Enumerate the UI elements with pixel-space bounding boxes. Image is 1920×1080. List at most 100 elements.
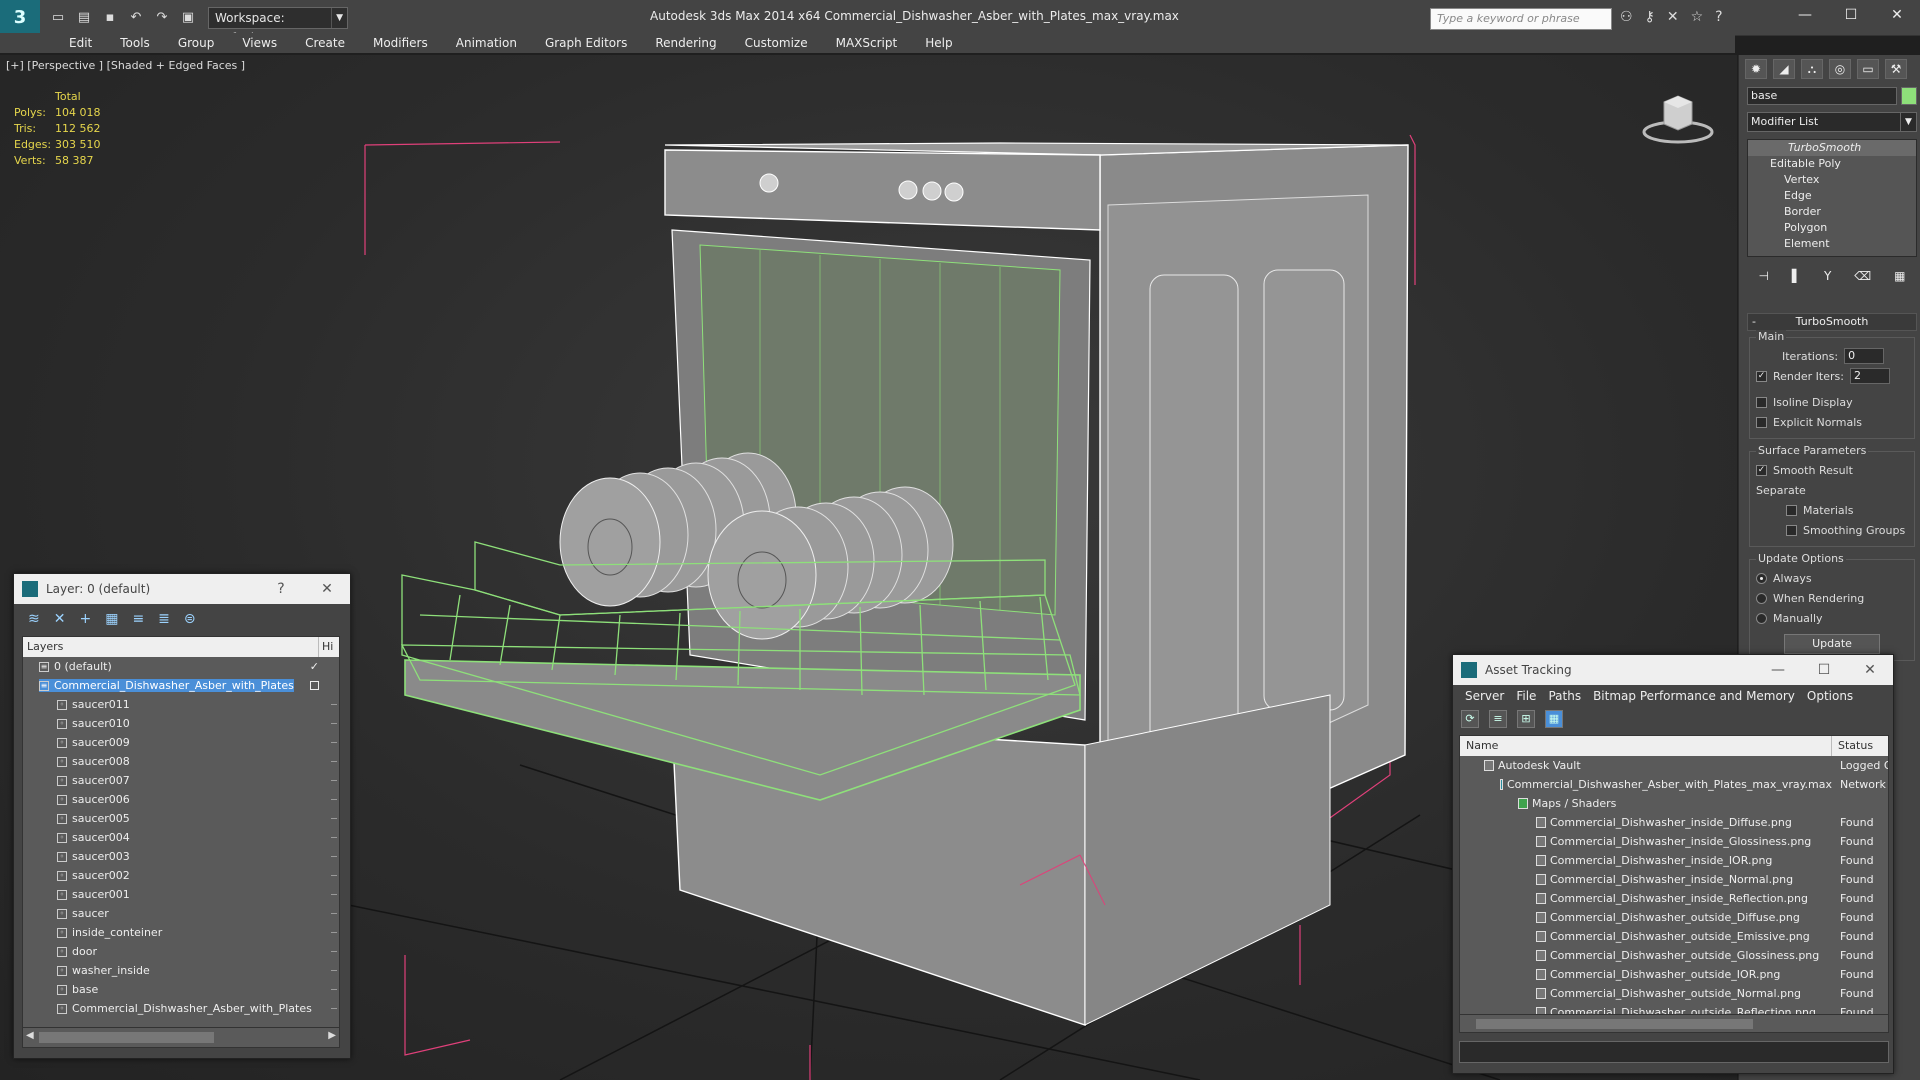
layer-row[interactable]: ◦ saucer006	[23, 790, 339, 809]
asset-row[interactable]: Maps / Shaders	[1460, 794, 1888, 813]
hide-toggle-icon[interactable]	[331, 856, 337, 857]
save-icon[interactable]: ▪	[102, 10, 118, 26]
search-input[interactable]: Type a keyword or phrase	[1430, 8, 1612, 30]
manually-radio[interactable]	[1756, 612, 1767, 624]
menu-modifiers[interactable]: Modifiers	[359, 33, 442, 53]
asset-horizontal-scrollbar[interactable]	[1460, 1014, 1888, 1032]
layer-row[interactable]: ◦ saucer003	[23, 847, 339, 866]
menu-create[interactable]: Create	[291, 33, 359, 53]
close-icon[interactable]: ✕	[304, 581, 350, 597]
modifier-list-dropdown[interactable]: Modifier List ▼	[1747, 112, 1917, 132]
scroll-thumb[interactable]	[39, 1032, 214, 1043]
select-objects-icon[interactable]: ▦	[105, 611, 118, 627]
layer-row[interactable]: ≡ 0 (default) ✓	[23, 657, 339, 676]
layer-dialog-titlebar[interactable]: Layer: 0 (default) ? ✕	[14, 574, 350, 604]
layer-row[interactable]: ◦ saucer007	[23, 771, 339, 790]
object-name-input[interactable]: base	[1747, 87, 1897, 105]
app-logo-icon[interactable]: 3	[0, 0, 40, 36]
menu-maxscript[interactable]: MAXScript	[822, 33, 912, 53]
hide-layers-icon[interactable]: ≡	[132, 611, 144, 627]
layer-row[interactable]: ◦ saucer	[23, 904, 339, 923]
hide-toggle-icon[interactable]	[331, 970, 337, 971]
asset-row[interactable]: Commercial_Dishwasher_inside_Reflection.…	[1460, 889, 1888, 908]
create-tab-icon[interactable]: ✹	[1745, 59, 1767, 79]
hide-toggle-icon[interactable]	[331, 951, 337, 952]
viewcube-icon[interactable]	[1642, 90, 1714, 145]
layer-row[interactable]: ◦ saucer010	[23, 714, 339, 733]
scroll-thumb[interactable]	[1476, 1019, 1753, 1029]
maximize-icon[interactable]: ☐	[1801, 662, 1847, 678]
star-icon[interactable]: ☆	[1691, 9, 1704, 25]
help-icon[interactable]: ?	[258, 581, 304, 597]
hide-toggle-icon[interactable]	[331, 780, 337, 781]
hide-toggle-icon[interactable]	[331, 818, 337, 819]
key-icon[interactable]: ⚷	[1645, 9, 1655, 25]
freeze-layers-icon[interactable]: ≣	[158, 611, 170, 627]
show-end-result-icon[interactable]: ▌	[1792, 269, 1801, 283]
menu-help[interactable]: Help	[911, 33, 966, 53]
hide-toggle-icon[interactable]	[331, 913, 337, 914]
hide-toggle-icon[interactable]	[331, 742, 337, 743]
utilities-tab-icon[interactable]: ⚒	[1885, 59, 1907, 79]
asset-row[interactable]: Commercial_Dishwasher_Asber_with_Plates_…	[1460, 775, 1888, 794]
hide-toggle-icon[interactable]	[331, 875, 337, 876]
asset-menu-paths[interactable]: Paths	[1542, 689, 1587, 703]
layer-row[interactable]: ◦ saucer004	[23, 828, 339, 847]
hide-toggle-icon[interactable]	[331, 761, 337, 762]
layers-column-header[interactable]: Layers	[23, 637, 319, 657]
asset-menu-bitmap[interactable]: Bitmap Performance and Memory	[1587, 689, 1801, 703]
layer-row[interactable]: ◦ inside_conteiner	[23, 923, 339, 942]
hide-toggle-icon[interactable]	[331, 723, 337, 724]
close-icon[interactable]: ✕	[1847, 662, 1893, 678]
redo-icon[interactable]: ↷	[154, 10, 170, 26]
chevron-left-icon[interactable]: ◀	[26, 1030, 34, 1041]
close-icon[interactable]: ✕	[1874, 0, 1920, 32]
layer-row[interactable]: ◦ saucer011	[23, 695, 339, 714]
isoline-checkbox[interactable]	[1756, 396, 1767, 408]
asset-row[interactable]: Commercial_Dishwasher_outside_Normal.png…	[1460, 984, 1888, 1003]
viewport-label[interactable]: [+] [Perspective ] [Shaded + Edged Faces…	[6, 59, 245, 72]
hide-toggle-icon[interactable]	[331, 1008, 337, 1009]
stack-sub-element[interactable]: Element	[1748, 236, 1916, 252]
asset-row[interactable]: Commercial_Dishwasher_inside_Glossiness.…	[1460, 832, 1888, 851]
stack-sub-edge[interactable]: Edge	[1748, 188, 1916, 204]
menu-graph-editors[interactable]: Graph Editors	[531, 33, 641, 53]
layer-row[interactable]: ◦ saucer001	[23, 885, 339, 904]
asset-row[interactable]: Commercial_Dishwasher_outside_Glossiness…	[1460, 946, 1888, 965]
minimize-icon[interactable]: —	[1782, 0, 1828, 32]
stack-sub-border[interactable]: Border	[1748, 204, 1916, 220]
asset-menu-options[interactable]: Options	[1801, 689, 1859, 703]
undo-icon[interactable]: ↶	[128, 10, 144, 26]
name-column-header[interactable]: Name	[1460, 736, 1832, 756]
smooth-result-checkbox[interactable]: ✓	[1756, 464, 1767, 476]
asset-row[interactable]: Commercial_Dishwasher_inside_Normal.png F…	[1460, 870, 1888, 889]
new-file-icon[interactable]: ▭	[50, 10, 66, 26]
delete-icon[interactable]: ✕	[54, 611, 66, 627]
stack-item-editable-poly[interactable]: Editable Poly	[1748, 156, 1916, 172]
list-view-icon[interactable]: ≡	[1489, 710, 1507, 728]
render-iters-checkbox[interactable]: ✓	[1756, 370, 1767, 382]
render-iters-spinner[interactable]: 2	[1849, 368, 1890, 384]
table-view-icon[interactable]: ▦	[1545, 710, 1563, 728]
asset-row[interactable]: Commercial_Dishwasher_inside_Diffuse.png…	[1460, 813, 1888, 832]
hide-column-header[interactable]: Hi	[319, 637, 339, 657]
layer-row[interactable]: ◦ washer_inside	[23, 961, 339, 980]
project-folder-icon[interactable]: ▣	[180, 10, 196, 26]
help-icon[interactable]: ?	[1715, 9, 1722, 25]
hide-toggle-icon[interactable]	[331, 799, 337, 800]
materials-checkbox[interactable]	[1786, 504, 1797, 516]
refresh-icon[interactable]: ⟳	[1461, 710, 1479, 728]
open-folder-icon[interactable]: ▤	[76, 10, 92, 26]
asset-row[interactable]: Commercial_Dishwasher_outside_Emissive.p…	[1460, 927, 1888, 946]
configure-sets-icon[interactable]: ▦	[1894, 269, 1905, 283]
layer-row[interactable]: ◦ door	[23, 942, 339, 961]
asset-menu-file[interactable]: File	[1510, 689, 1542, 703]
menu-rendering[interactable]: Rendering	[641, 33, 730, 53]
iterations-spinner[interactable]: 0	[1844, 348, 1885, 364]
hide-toggle-icon[interactable]	[331, 989, 337, 990]
workspace-dropdown[interactable]: Workspace: Default ▼	[208, 6, 348, 45]
hierarchy-tab-icon[interactable]: ⛬	[1801, 59, 1823, 79]
asset-row[interactable]: Autodesk Vault Logged O	[1460, 756, 1888, 775]
layer-row[interactable]: ◦ saucer002	[23, 866, 339, 885]
asset-row[interactable]: Commercial_Dishwasher_inside_IOR.png Foun…	[1460, 851, 1888, 870]
